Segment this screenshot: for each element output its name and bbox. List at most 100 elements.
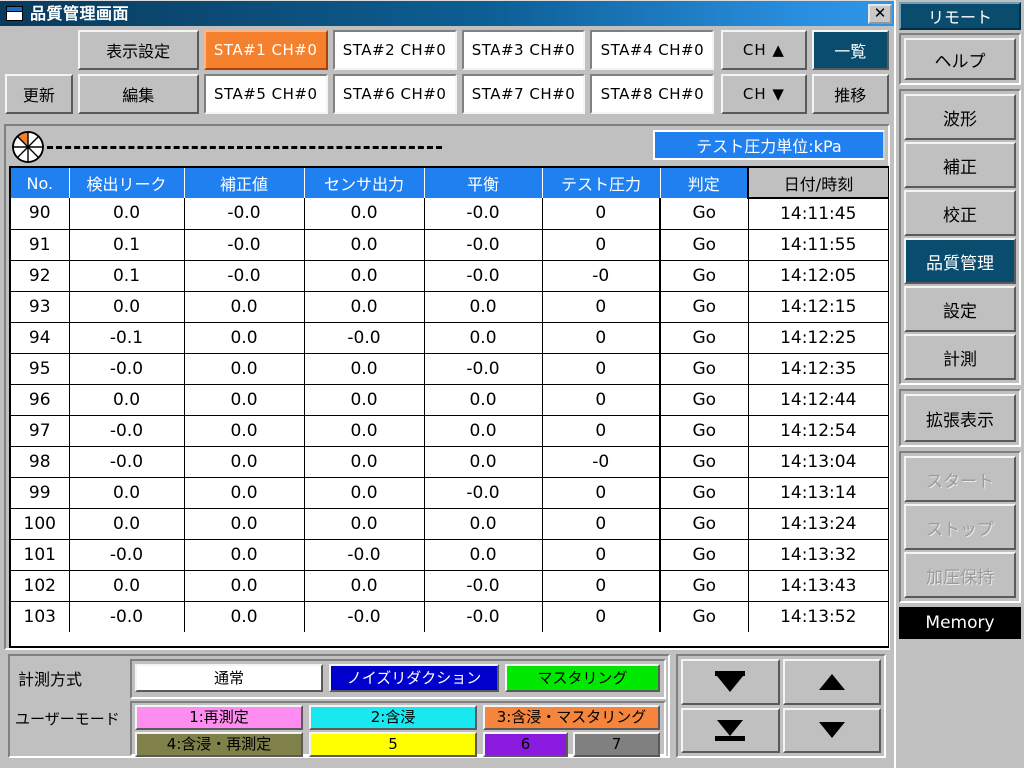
measurement-method-group: 通常 ノイズリダクション マスタリング <box>130 659 666 699</box>
station-button-sta6[interactable]: STA#6 CH#0 <box>332 74 457 114</box>
sidebar-item-expanded-display[interactable]: 拡張表示 <box>904 394 1016 442</box>
station-button-sta8[interactable]: STA#8 CH#0 <box>590 74 715 114</box>
cell-sensor-output: 0.0 <box>304 260 425 292</box>
table-row[interactable]: 90 0.0 -0.0 0.0 -0.0 0 Go 14:11:45 <box>11 198 888 230</box>
cell-datetime: 14:13:43 <box>748 570 888 602</box>
user-mode-6[interactable]: 6 <box>483 732 568 757</box>
cell-datetime: 14:11:45 <box>748 198 888 230</box>
display-settings-button[interactable]: 表示設定 <box>77 30 199 70</box>
sidebar-item-waveform[interactable]: 波形 <box>904 94 1016 140</box>
measure-mode-noise-reduction[interactable]: ノイズリダクション <box>329 664 499 692</box>
table-row[interactable]: 93 0.0 0.0 0.0 0.0 0 Go 14:12:15 <box>11 291 888 323</box>
ch-up-button[interactable]: CH ▲ <box>721 30 807 70</box>
cell-sensor-output: -0.0 <box>304 539 425 571</box>
table-row[interactable]: 97 -0.0 0.0 0.0 0.0 0 Go 14:12:54 <box>11 415 888 447</box>
table-row[interactable]: 95 -0.0 0.0 0.0 -0.0 0 Go 14:12:35 <box>11 353 888 385</box>
sidebar-item-correction[interactable]: 補正 <box>904 142 1016 188</box>
cell-judgement: Go <box>660 601 749 632</box>
user-mode-1-remeasure[interactable]: 1:再測定 <box>135 705 303 730</box>
col-judgement[interactable]: 判定 <box>660 168 749 198</box>
cell-balance: 0.0 <box>424 446 543 478</box>
user-mode-2-impregnation[interactable]: 2:含浸 <box>309 705 477 730</box>
user-mode-7[interactable]: 7 <box>573 732 660 757</box>
sidebar: リモート ヘルプ 波形 補正 校正 品質管理 設定 計測 拡張表示 スタート ス… <box>894 0 1024 768</box>
user-mode-5[interactable]: 5 <box>309 732 477 757</box>
table-header: No. 検出リーク 補正値 センサ出力 平衡 テスト圧力 判定 日付/時刻 <box>11 168 888 199</box>
table-row[interactable]: 103 -0.0 0.0 -0.0 -0.0 0 Go 14:13:52 <box>11 601 888 632</box>
measurement-table-container[interactable]: No. 検出リーク 補正値 センサ出力 平衡 テスト圧力 判定 日付/時刻 90… <box>9 166 889 648</box>
sidebar-item-settings[interactable]: 設定 <box>904 286 1016 332</box>
cell-test-pressure: 0 <box>542 415 661 447</box>
cell-sensor-output: 0.0 <box>304 291 425 323</box>
sidebar-item-remote[interactable]: リモート <box>899 2 1021 30</box>
cell-balance: -0.0 <box>424 353 543 385</box>
sidebar-item-start[interactable]: スタート <box>904 456 1016 502</box>
close-icon[interactable]: ✕ <box>868 3 892 24</box>
sidebar-item-help[interactable]: ヘルプ <box>904 38 1016 80</box>
table-row[interactable]: 94 -0.1 0.0 -0.0 0.0 0 Go 14:12:25 <box>11 322 888 354</box>
table-row[interactable]: 100 0.0 0.0 0.0 0.0 0 Go 14:13:24 <box>11 508 888 540</box>
cell-balance: 0.0 <box>424 291 543 323</box>
cell-judgement: Go <box>660 508 749 540</box>
table-row[interactable]: 98 -0.0 0.0 0.0 0.0 -0 Go 14:13:04 <box>11 446 888 478</box>
window-titlebar: 品質管理画面 ✕ <box>0 0 894 26</box>
station-button-sta7[interactable]: STA#7 CH#0 <box>461 74 586 114</box>
cell-detected-leak: -0.1 <box>69 322 185 354</box>
station-button-sta2[interactable]: STA#2 CH#0 <box>332 30 457 70</box>
measure-mode-mastering[interactable]: マスタリング <box>505 664 660 692</box>
cell-balance: 0.0 <box>424 508 543 540</box>
ch-down-button[interactable]: CH ▼ <box>721 74 807 114</box>
col-datetime[interactable]: 日付/時刻 <box>747 168 888 199</box>
sidebar-item-stop[interactable]: ストップ <box>904 504 1016 550</box>
table-body: 90 0.0 -0.0 0.0 -0.0 0 Go 14:11:45 91 0.1 -0.0 0.0-… <box>11 198 888 632</box>
col-no[interactable]: No. <box>11 168 70 198</box>
cell-correction: 0.0 <box>184 601 305 632</box>
table-row[interactable]: 91 0.1 -0.0 0.0 -0.0 0 Go 14:11:55 <box>11 229 888 261</box>
cell-no: 94 <box>11 322 70 354</box>
cell-datetime: 14:12:05 <box>748 260 888 292</box>
list-view-button[interactable]: 一覧 <box>811 30 890 70</box>
cell-correction: 0.0 <box>184 570 305 602</box>
measurement-table: No. 検出リーク 補正値 センサ出力 平衡 テスト圧力 判定 日付/時刻 90… <box>11 168 888 632</box>
sidebar-item-measurement[interactable]: 計測 <box>904 334 1016 380</box>
cell-correction: 0.0 <box>184 508 305 540</box>
table-row[interactable]: 96 0.0 0.0 0.0 0.0 0 Go 14:12:44 <box>11 384 888 416</box>
measure-mode-normal[interactable]: 通常 <box>135 664 323 692</box>
col-sensor-output[interactable]: センサ出力 <box>304 168 425 198</box>
col-balance[interactable]: 平衡 <box>424 168 543 198</box>
cell-test-pressure: 0 <box>542 508 661 540</box>
edit-button[interactable]: 編集 <box>77 74 199 114</box>
prev-page-button[interactable] <box>782 659 881 705</box>
cell-balance: -0.0 <box>424 260 543 292</box>
trend-view-button[interactable]: 推移 <box>811 74 889 114</box>
cell-test-pressure: 0 <box>542 384 661 416</box>
user-mode-4-impreg-remeasure[interactable]: 4:含浸・再測定 <box>135 732 303 757</box>
user-mode-3-impreg-mastering[interactable]: 3:含浸・マスタリング <box>483 705 660 730</box>
station-button-sta5[interactable]: STA#5 CH#0 <box>203 74 328 114</box>
col-test-pressure[interactable]: テスト圧力 <box>542 168 661 198</box>
first-page-button[interactable] <box>681 659 780 705</box>
window-icon <box>6 6 23 21</box>
cell-balance: -0.0 <box>424 601 543 632</box>
station-button-sta1[interactable]: STA#1 CH#0 <box>203 30 328 70</box>
table-row[interactable]: 102 0.0 0.0 0.0 -0.0 0 Go 14:13:43 <box>11 570 888 602</box>
table-row[interactable]: 92 0.1 -0.0 0.0 -0.0 -0 Go 14:12:05 <box>11 260 888 292</box>
sidebar-item-pressure-hold[interactable]: 加圧保持 <box>904 552 1016 598</box>
cell-detected-leak: -0.0 <box>69 353 185 385</box>
refresh-button[interactable]: 更新 <box>5 74 73 114</box>
arrow-up-icon <box>818 673 845 690</box>
station-button-sta4[interactable]: STA#4 CH#0 <box>590 30 715 70</box>
last-page-button[interactable] <box>681 707 780 753</box>
col-detected-leak[interactable]: 検出リーク <box>69 168 185 198</box>
sidebar-item-calibration[interactable]: 校正 <box>904 190 1016 236</box>
sidebar-item-quality-control[interactable]: 品質管理 <box>904 238 1016 284</box>
col-correction[interactable]: 補正値 <box>184 168 305 198</box>
station-button-sta3[interactable]: STA#3 CH#0 <box>461 30 586 70</box>
next-page-button[interactable] <box>782 707 881 753</box>
pressure-unit-label: テスト圧力単位:kPa <box>653 130 885 160</box>
toolbar-row-top: 表示設定 STA#1 CH#0 STA#2 CH#0 STA#3 CH#0 ST… <box>5 30 890 70</box>
table-row[interactable]: 99 0.0 0.0 0.0 -0.0 0 Go 14:13:14 <box>11 477 888 509</box>
memory-status-indicator[interactable]: Memory <box>899 607 1021 639</box>
cell-test-pressure: 0 <box>542 601 661 632</box>
table-row[interactable]: 101 -0.0 0.0 -0.0 0.0 0 Go 14:13:32 <box>11 539 888 571</box>
